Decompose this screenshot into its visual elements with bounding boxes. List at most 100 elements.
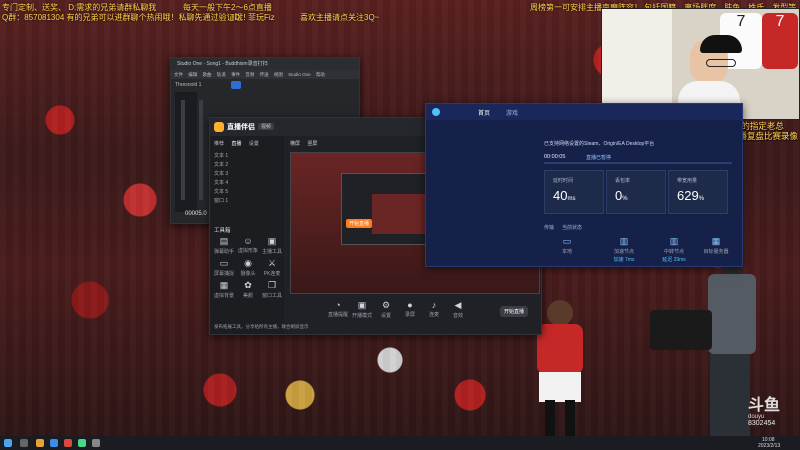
source-item[interactable]: 文本 4	[214, 179, 280, 188]
left-tab-recommend[interactable]: 推荐	[214, 141, 224, 147]
studio-one-titlebar: Studio One · Song1 - Buddhism录音打扫	[171, 58, 359, 70]
stat-latency-value: 40	[553, 188, 568, 203]
taskbar-app-icon[interactable]	[92, 439, 100, 447]
companion-logo-icon	[214, 122, 224, 132]
section-label-2: 当前状态	[562, 225, 583, 231]
menu-audio[interactable]: 音频	[245, 72, 254, 77]
tool-screen[interactable]: ▭ 屏幕捕捉	[214, 258, 234, 277]
accel-header: 首页 游戏	[426, 104, 742, 120]
menu-event[interactable]: 事件	[231, 72, 240, 77]
tool-camera[interactable]: ◉ 摄像头	[238, 258, 258, 277]
tab-landscape[interactable]: 横屏	[290, 141, 300, 147]
source-item[interactable]: 文本 5	[214, 188, 280, 197]
taskbar-app-icon[interactable]	[36, 439, 44, 447]
menu-track[interactable]: 轨道	[217, 72, 226, 77]
server-icon: ▥	[619, 236, 629, 246]
tool-host[interactable]: ▣ 主播工具	[262, 236, 282, 255]
sub-tab[interactable]: 视频	[258, 123, 275, 130]
accel-status: 直播已暂停	[586, 155, 612, 161]
node-accel: ▥ 加速节点 加速 7ms	[613, 236, 635, 263]
menu-help[interactable]: 帮助	[316, 72, 325, 77]
action-mode[interactable]: ▣ 开播模式	[352, 300, 372, 319]
fader-meter[interactable]	[181, 100, 185, 200]
tab-games[interactable]: 游戏	[506, 108, 518, 117]
player-figure	[535, 300, 585, 436]
action-bar: ◔ 直播提醒 ▣ 开播模式 ⚙ 设置 ● 录屏 ♪ 连麦 ◀ 音效 开始直播	[290, 298, 538, 328]
douyu-logo: 斗鱼	[748, 397, 781, 414]
track-lane	[175, 92, 197, 212]
window-icon: ❐	[267, 280, 277, 290]
menu-view[interactable]: 视图	[274, 72, 283, 77]
menu-edit[interactable]: 编辑	[188, 72, 197, 77]
ticker-line-1c: 喜欢主播请点关注3Q~	[300, 13, 380, 22]
avatar-icon: ☺	[243, 236, 253, 246]
tab-home[interactable]: 首页	[478, 108, 490, 117]
taskbar-app-icon[interactable]	[50, 439, 58, 447]
source-item[interactable]: 文本 3	[214, 170, 280, 179]
tool-pk[interactable]: ⚔ PK连麦	[262, 258, 282, 277]
tool-beauty[interactable]: ✿ 美颜	[238, 280, 258, 299]
camera-icon: ◉	[244, 258, 252, 268]
start-icon[interactable]	[4, 439, 12, 447]
taskbar-app-icon[interactable]	[78, 439, 86, 447]
pc-icon: ▭	[562, 236, 572, 246]
node-target: ▦ 目标服务器	[703, 236, 729, 255]
stat-bandwidth: 带宽用量 629%	[668, 170, 728, 214]
route-nodes: ▭ 本地 ▥ 加速节点 加速 7ms ▥ 中转节点 延迟 29ms ▦ 目标服务器	[544, 236, 734, 263]
source-item[interactable]: 文本 1	[214, 152, 280, 161]
tool-window[interactable]: ❐ 窗口工具	[262, 280, 282, 299]
douyu-watermark: 斗鱼 douyu 8302454	[748, 398, 796, 434]
jersey-red: 7	[762, 13, 798, 69]
tool-bg[interactable]: ▦ 虚拟背景	[214, 280, 234, 299]
toolbar-select[interactable]	[231, 81, 241, 89]
track-name: Thresnold 1	[175, 82, 202, 88]
action-sound[interactable]: ◀ 音效	[448, 300, 468, 319]
studio-one-menu: 文件 编辑 歌曲 轨道 事件 音频 传送 视图 Studio One 帮助	[171, 70, 359, 79]
section-label: 传输	[544, 225, 555, 231]
source-item[interactable]: 窗口 1	[214, 197, 280, 206]
counter-display: 00005.0	[185, 211, 207, 217]
target-icon: ▦	[711, 236, 721, 246]
action-reminder[interactable]: ◔ 直播提醒	[328, 300, 348, 318]
action-settings[interactable]: ⚙ 设置	[376, 300, 396, 319]
accel-timer: 00:00:05	[544, 154, 566, 160]
stat-latency: 延时时间 40ms	[544, 170, 604, 214]
left-tab-settings[interactable]: 设置	[249, 141, 259, 147]
gear-icon: ⚙	[381, 300, 391, 310]
start-badge[interactable]: 开始直播	[346, 219, 373, 228]
tab-portrait[interactable]: 竖屏	[307, 141, 317, 147]
taskbar-app-icon[interactable]	[64, 439, 72, 447]
accelerator-window[interactable]: 首页 游戏 已支持网络设置的Steam、Origin/EA Desktop平台 …	[425, 103, 743, 267]
search-icon[interactable]	[20, 439, 28, 447]
menu-studio-one[interactable]: Studio One	[288, 72, 311, 77]
fader-meter-2[interactable]	[199, 100, 203, 200]
tool-danmaku[interactable]: ▤ 弹幕助手	[214, 236, 234, 255]
menu-file[interactable]: 文件	[174, 72, 183, 77]
accel-status-bar	[544, 162, 732, 164]
toolbox-header: 工具箱	[214, 228, 231, 234]
mode-icon: ▣	[357, 300, 367, 310]
action-record[interactable]: ● 录屏	[400, 300, 420, 318]
stat-bandwidth-value: 629	[677, 188, 699, 203]
chat-icon: ▤	[219, 236, 229, 246]
tool-icon: ▣	[267, 236, 277, 246]
menu-transport[interactable]: 传送	[260, 72, 269, 77]
start-live-button[interactable]: 开始直播	[500, 306, 529, 317]
left-tab-live[interactable]: 直播	[231, 141, 241, 147]
screen-icon: ▭	[219, 258, 229, 268]
preview-tabs: 横屏 竖屏	[290, 140, 317, 147]
room-number: 8302454	[748, 420, 776, 427]
tool-avatar[interactable]: ☺ 虚拟形象	[238, 236, 258, 254]
menu-song[interactable]: 歌曲	[203, 72, 212, 77]
windows-taskbar: 10:08 2023/2/13	[0, 436, 800, 450]
node-local: ▭ 本地	[561, 236, 572, 255]
source-item[interactable]: 文本 2	[214, 161, 280, 170]
pk-icon: ⚔	[267, 258, 277, 268]
stat-loss: 丢包率 0%	[606, 170, 666, 214]
left-tabs: 推荐 直播 设置	[214, 140, 259, 147]
action-mic[interactable]: ♪ 连麦	[424, 300, 444, 318]
mic-icon: ♪	[431, 300, 437, 310]
speaker-icon: ◀	[454, 300, 462, 310]
ticker-line-2b: ID：菲玩Fiz	[232, 13, 275, 22]
beauty-icon: ✿	[244, 280, 252, 290]
